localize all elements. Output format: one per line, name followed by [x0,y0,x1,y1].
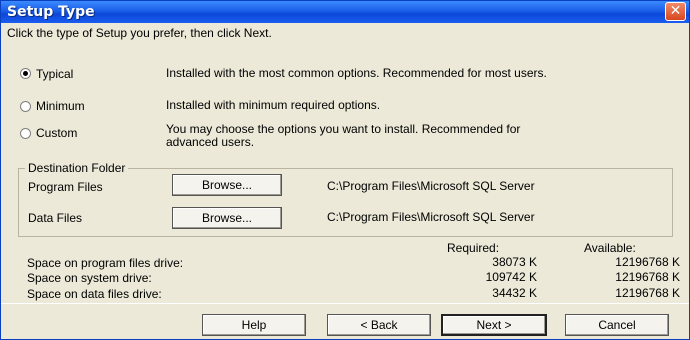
cancel-button[interactable]: Cancel [565,314,669,336]
space-row-required: 34432 K [492,286,537,300]
data-files-path: C:\Program Files\Microsoft SQL Server [327,210,535,224]
instruction-text: Click the type of Setup you prefer, then… [7,26,272,40]
close-button[interactable]: ✕ [665,2,686,21]
space-row-required: 38073 K [492,255,537,269]
close-icon: ✕ [669,3,682,19]
next-button[interactable]: Next > [441,314,547,336]
program-files-path: C:\Program Files\Microsoft SQL Server [327,179,535,193]
browse-data-files-button[interactable]: Browse... [172,207,282,229]
option-typical-description: Installed with the most common options. … [166,66,547,80]
space-row-available: 12196768 K [615,270,680,284]
available-header: Available: [584,241,636,255]
option-custom-label[interactable]: Custom [36,126,77,140]
help-button[interactable]: Help [202,314,306,336]
back-button[interactable]: < Back [327,314,431,336]
button-row-divider [1,303,689,304]
title-bar[interactable]: Setup Type ✕ [1,1,689,23]
space-row-label: Space on data files drive: [27,287,162,301]
setup-type-dialog: Setup Type ✕ Click the type of Setup you… [0,0,690,340]
radio-minimum[interactable] [20,101,31,112]
space-row-label: Space on system drive: [27,271,152,285]
space-row-available: 12196768 K [615,286,680,300]
required-header: Required: [447,241,500,255]
option-typical-label[interactable]: Typical [36,67,73,81]
program-files-label: Program Files [28,180,103,194]
destination-folder-legend: Destination Folder [25,161,129,175]
option-custom-description-line2: advanced users. [166,135,255,149]
data-files-label: Data Files [28,211,83,225]
radio-custom[interactable] [20,128,31,139]
option-minimum-label[interactable]: Minimum [36,99,85,113]
space-row-available: 12196768 K [615,255,680,269]
space-row-label: Space on program files drive: [27,256,184,270]
radio-typical[interactable] [20,68,31,79]
space-row-required: 109742 K [485,270,537,284]
option-minimum-description: Installed with minimum required options. [166,98,381,112]
option-custom-description-line1: You may choose the options you want to i… [166,122,521,136]
browse-program-files-button[interactable]: Browse... [172,174,282,196]
window-title: Setup Type [7,4,95,20]
